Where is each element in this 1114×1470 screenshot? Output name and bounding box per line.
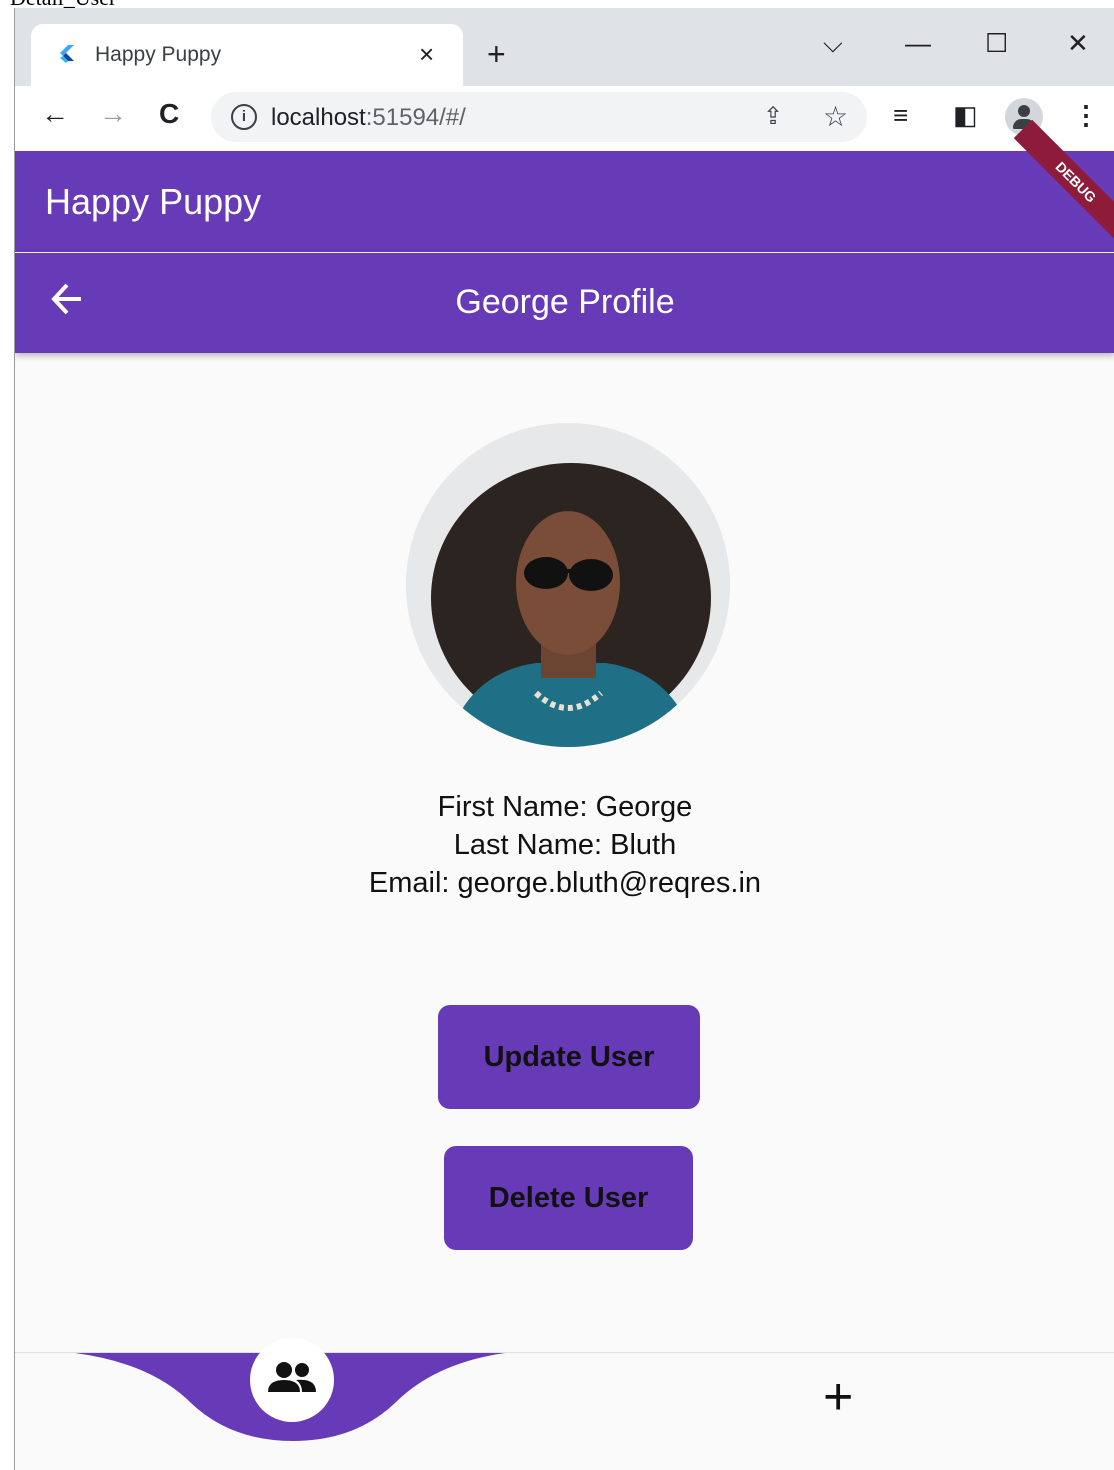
page-title: George Profile bbox=[455, 283, 675, 321]
close-window-icon[interactable]: ✕ bbox=[1067, 28, 1089, 59]
user-avatar bbox=[406, 423, 730, 747]
tab-strip: Happy Puppy × + ⌵ — ☐ ✕ bbox=[15, 8, 1114, 86]
tab-search-icon[interactable]: ⌵ bbox=[823, 28, 843, 60]
last-name-text: Last Name: Bluth bbox=[453, 829, 677, 861]
maximize-icon[interactable]: ☐ bbox=[985, 28, 1008, 59]
document-title: Detail_User bbox=[10, 0, 116, 9]
url-host: localhost bbox=[271, 104, 366, 131]
url-path: :51594/#/ bbox=[365, 104, 466, 131]
site-info-icon[interactable]: i bbox=[231, 104, 257, 130]
add-tab-icon[interactable]: + bbox=[823, 1367, 853, 1427]
people-icon bbox=[268, 1362, 316, 1392]
reload-icon[interactable]: C bbox=[159, 98, 179, 130]
tab-close-icon[interactable]: × bbox=[419, 39, 434, 70]
app-title: Happy Puppy bbox=[45, 181, 262, 222]
share-icon[interactable]: ⇪ bbox=[763, 102, 783, 131]
profile-header: George Profile bbox=[15, 253, 1114, 353]
tab-happy-puppy[interactable]: Happy Puppy × bbox=[31, 24, 463, 86]
browser-toolbar: ← → C i localhost:51594/#/ ⇪ ☆ ≡ ◧ ⋮ bbox=[15, 86, 1114, 151]
bottom-navigation: + bbox=[15, 1338, 1114, 1470]
app-bar: Happy Puppy DEBUG bbox=[15, 119, 1114, 252]
browser-menu-icon[interactable]: ⋮ bbox=[1073, 100, 1099, 131]
side-panel-icon[interactable]: ◧ bbox=[953, 100, 978, 131]
delete-user-button[interactable]: Delete User bbox=[444, 1146, 693, 1250]
first-name-text: First Name: George bbox=[437, 791, 693, 823]
user-details: First Name: George Last Name: Bluth Emai… bbox=[15, 788, 1114, 902]
update-user-button[interactable]: Update User bbox=[438, 1005, 700, 1109]
minimize-icon[interactable]: — bbox=[905, 28, 931, 59]
forward-icon[interactable]: → bbox=[99, 98, 127, 130]
reading-list-icon[interactable]: ≡ bbox=[893, 100, 908, 131]
flutter-icon bbox=[60, 45, 74, 63]
users-tab-button[interactable] bbox=[250, 1338, 334, 1422]
back-icon[interactable]: ← bbox=[41, 98, 69, 130]
new-tab-icon[interactable]: + bbox=[487, 36, 506, 73]
address-bar[interactable]: i localhost:51594/#/ ⇪ ☆ bbox=[211, 92, 867, 142]
browser-window: Happy Puppy × + ⌵ — ☐ ✕ ← → C i localhos… bbox=[14, 8, 1114, 1470]
bookmark-star-icon[interactable]: ☆ bbox=[823, 100, 848, 133]
url-text[interactable]: localhost:51594/#/ bbox=[271, 104, 466, 132]
tab-title: Happy Puppy bbox=[95, 43, 222, 66]
avatar-portrait bbox=[406, 423, 730, 747]
email-text: Email: george.bluth@reqres.in bbox=[368, 867, 762, 899]
